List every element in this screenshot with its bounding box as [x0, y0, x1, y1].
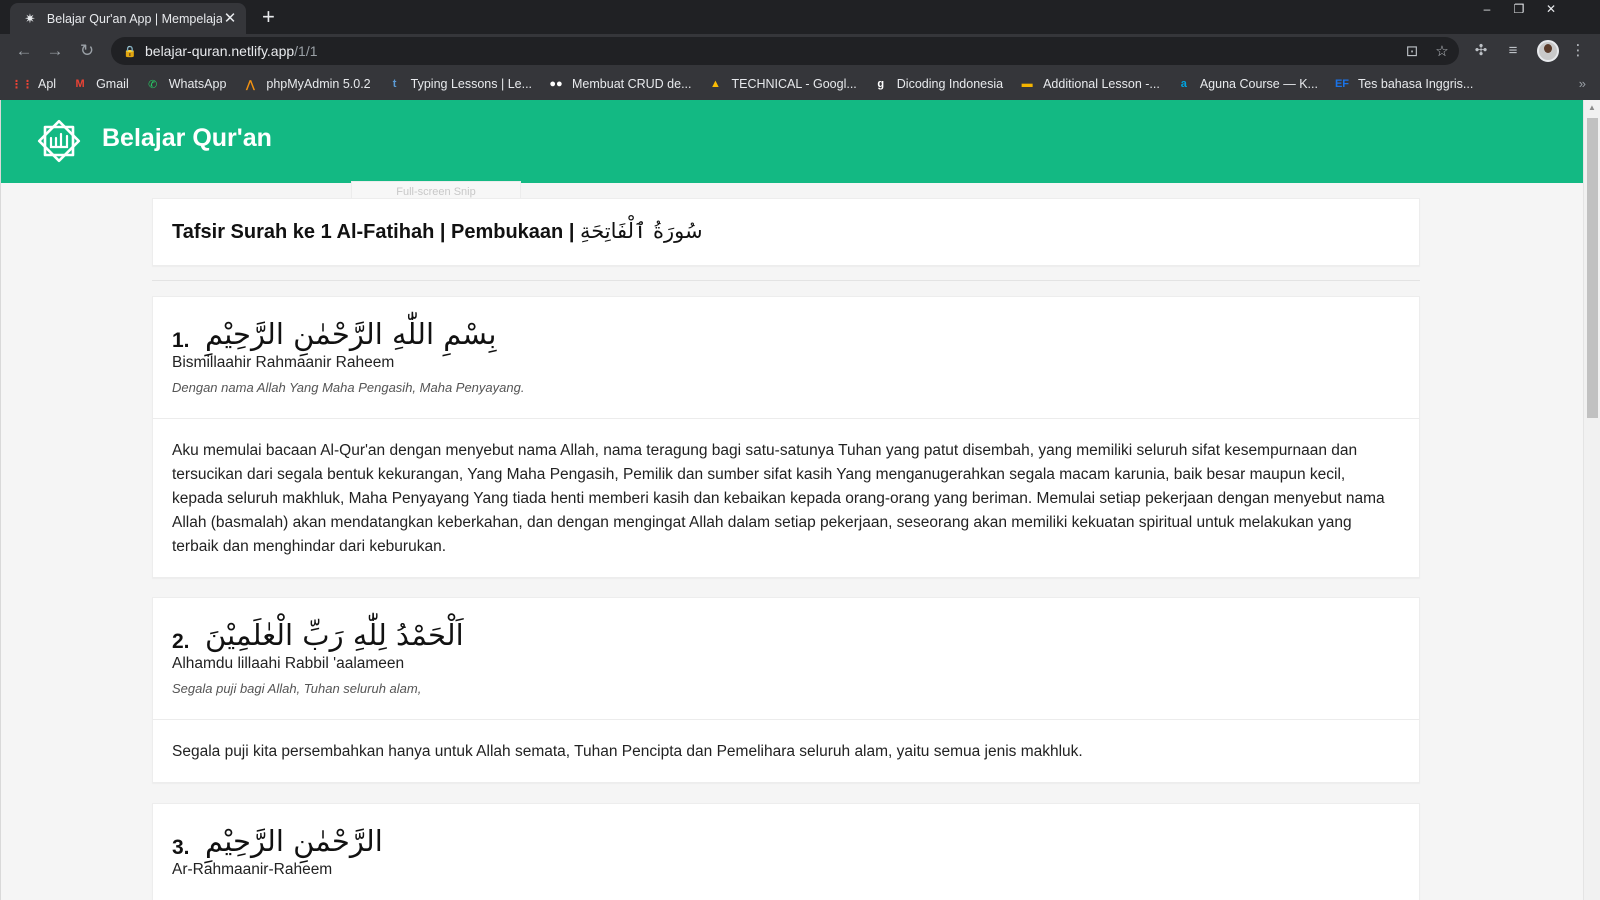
bookmark-item[interactable]: ▲ TECHNICAL - Googl...	[708, 76, 857, 92]
bookmark-label: Dicoding Indonesia	[896, 77, 1004, 91]
bookmark-label: TECHNICAL - Googl...	[731, 77, 857, 91]
bookmark-item[interactable]: ✆ WhatsApp	[145, 76, 227, 92]
app-favicon-icon: ✷	[24, 10, 36, 26]
apps-grid-icon: ⋮⋮	[11, 78, 33, 91]
tab-close-icon[interactable]: ✕	[222, 10, 238, 27]
whatsapp-icon: ✆	[148, 78, 158, 91]
slides-icon: ▬	[1021, 78, 1033, 90]
phpmyadmin-icon: ⋀	[245, 78, 256, 91]
reading-list-icon[interactable]: ≡	[1503, 42, 1523, 60]
ayah-tafsir: Segala puji kita persembahkan hanya untu…	[172, 743, 1083, 760]
bookmark-label: Typing Lessons | Le...	[410, 77, 533, 91]
bookmark-label: Apl	[38, 77, 57, 91]
bookmark-item[interactable]: ⋮⋮ Apl	[11, 76, 57, 92]
menu-kebab-icon[interactable]: ⋮	[1568, 42, 1588, 60]
app-header: Belajar Qur'an	[1, 100, 1583, 183]
forward-arrow-icon[interactable]: →	[45, 41, 65, 61]
ayah-arabic-text: اَلْحَمْدُ لِلّٰهِ رَبِّ الْعٰلَمِيْنَ	[205, 618, 464, 652]
bookmarks-overflow-icon[interactable]: »	[1579, 76, 1586, 91]
bookmark-item[interactable]: g Dicoding Indonesia	[873, 76, 1003, 92]
ayah-header: 2. اَلْحَمْدُ لِلّٰهِ رَبِّ الْعٰلَمِيْنَ…	[153, 598, 1419, 720]
lock-icon[interactable]: 🔒	[123, 45, 137, 58]
divider	[152, 280, 1420, 281]
url-text: belajar-quran.netlify.app/1/1	[145, 43, 318, 59]
surah-title-card: Tafsir Surah ke 1 Al-Fatihah | Pembukaan…	[152, 198, 1420, 266]
minimize-button[interactable]: –	[1476, 2, 1498, 16]
ayah-translation: Dengan nama Allah Yang Maha Pengasih, Ma…	[172, 380, 525, 395]
ayah-card: 3. الرَّحْمٰنِ الرَّحِيْمِ Ar-Rahmaanir-Ra…	[152, 803, 1420, 900]
brand-title[interactable]: Belajar Qur'an	[102, 124, 272, 153]
extensions-icon[interactable]: ✣	[1471, 42, 1491, 60]
ayah-arabic-text: بِسْمِ اللّٰهِ الرَّحْمٰنِ الرَّحِيْمِ	[205, 317, 497, 351]
ayah-translation: Segala puji bagi Allah, Tuhan seluruh al…	[172, 681, 422, 696]
ayah-header: 1. بِسْمِ اللّٰهِ الرَّحْمٰنِ الرَّحِيْمِ…	[153, 297, 1419, 419]
ayah-number: 2.	[172, 630, 190, 653]
browser-tab-bar: ✷ Belajar Qur'an App | Mempelajari ✕ + –…	[0, 0, 1600, 34]
new-tab-button[interactable]: +	[262, 6, 275, 28]
dicoding-icon: g	[877, 78, 885, 90]
bookmark-star-icon[interactable]: ☆	[1433, 42, 1451, 60]
ayah-number: 3.	[172, 836, 190, 859]
tab-title: Belajar Qur'an App | Mempelajari	[46, 11, 223, 26]
bookmark-item[interactable]: t Typing Lessons | Le...	[387, 76, 532, 92]
bookmark-label: Additional Lesson -...	[1043, 77, 1160, 91]
bookmark-label: Tes bahasa Inggris...	[1357, 77, 1474, 91]
ayah-header: 3. الرَّحْمٰنِ الرَّحِيْمِ Ar-Rahmaanir-Ra…	[153, 804, 1419, 900]
translate-icon[interactable]: ⊡	[1403, 42, 1421, 60]
ayah-arabic-text: الرَّحْمٰنِ الرَّحِيْمِ	[205, 824, 383, 858]
bookmark-item[interactable]: M Gmail	[72, 76, 129, 92]
ayah-transliteration: Alhamdu lillaahi Rabbil 'aalameen	[172, 655, 405, 672]
bookmark-label: Gmail	[96, 77, 129, 91]
bookmark-item[interactable]: ▬ Additional Lesson -...	[1019, 76, 1160, 92]
browser-toolbar: ← → ↻ 🔒 belajar-quran.netlify.app/1/1 ⊡ …	[0, 34, 1600, 68]
back-arrow-icon[interactable]: ←	[14, 41, 34, 61]
bookmark-item[interactable]: a Aguna Course — K...	[1176, 76, 1318, 92]
bookmark-label: Aguna Course — K...	[1199, 77, 1318, 91]
ayah-card: 2. اَلْحَمْدُ لِلّٰهِ رَبِّ الْعٰلَمِيْنَ…	[152, 597, 1420, 783]
page-scrollbar[interactable]: ▲	[1583, 100, 1600, 900]
address-bar[interactable]: 🔒 belajar-quran.netlify.app/1/1 ⊡ ☆	[111, 37, 1459, 65]
profile-avatar[interactable]	[1537, 40, 1559, 62]
bookmark-label: Membuat CRUD de...	[572, 77, 692, 91]
ayah-tafsir: Aku memulai bacaan Al-Qur'an dengan meny…	[172, 442, 1385, 555]
ayah-transliteration: Ar-Rahmaanir-Raheem	[172, 861, 333, 878]
ayah-card: 1. بِسْمِ اللّٰهِ الرَّحْمٰنِ الرَّحِيْمِ…	[152, 296, 1420, 578]
ayah-transliteration: Bismillaahir Rahmaanir Raheem	[172, 354, 395, 371]
medium-icon: ●●	[549, 78, 563, 90]
bookmark-item[interactable]: ●● Membuat CRUD de...	[548, 76, 691, 92]
ef-icon: EF	[1334, 78, 1349, 90]
gmail-icon: M	[75, 78, 85, 90]
bookmark-item[interactable]: ⋀ phpMyAdmin 5.0.2	[242, 76, 371, 92]
google-drive-icon: ▲	[710, 78, 721, 90]
bookmark-label: WhatsApp	[168, 77, 227, 91]
scroll-up-icon[interactable]: ▲	[1588, 103, 1596, 112]
restore-button[interactable]: ❐	[1508, 2, 1530, 16]
aguna-icon: a	[1180, 78, 1187, 90]
browser-tab[interactable]: ✷ Belajar Qur'an App | Mempelajari ✕	[10, 3, 246, 34]
page-viewport: Belajar Qur'an Full-screen Snip Tafsir S…	[0, 100, 1583, 900]
typing-icon: t	[392, 78, 397, 90]
scrollbar-thumb[interactable]	[1587, 118, 1598, 418]
ayah-number: 1.	[172, 329, 190, 352]
close-window-button[interactable]: ✕	[1540, 2, 1562, 16]
quran-logo-icon[interactable]	[34, 116, 84, 166]
bookmark-label: phpMyAdmin 5.0.2	[266, 77, 371, 91]
bookmarks-bar: ⋮⋮ Apl M Gmail ✆ WhatsApp ⋀ phpMyAdmin 5.0.2 t Ty…	[0, 68, 1600, 100]
page-title: Tafsir Surah ke 1 Al-Fatihah | Pembukaan…	[172, 219, 703, 243]
bookmark-item[interactable]: EF Tes bahasa Inggris...	[1334, 76, 1473, 92]
reload-icon[interactable]: ↻	[77, 41, 97, 61]
